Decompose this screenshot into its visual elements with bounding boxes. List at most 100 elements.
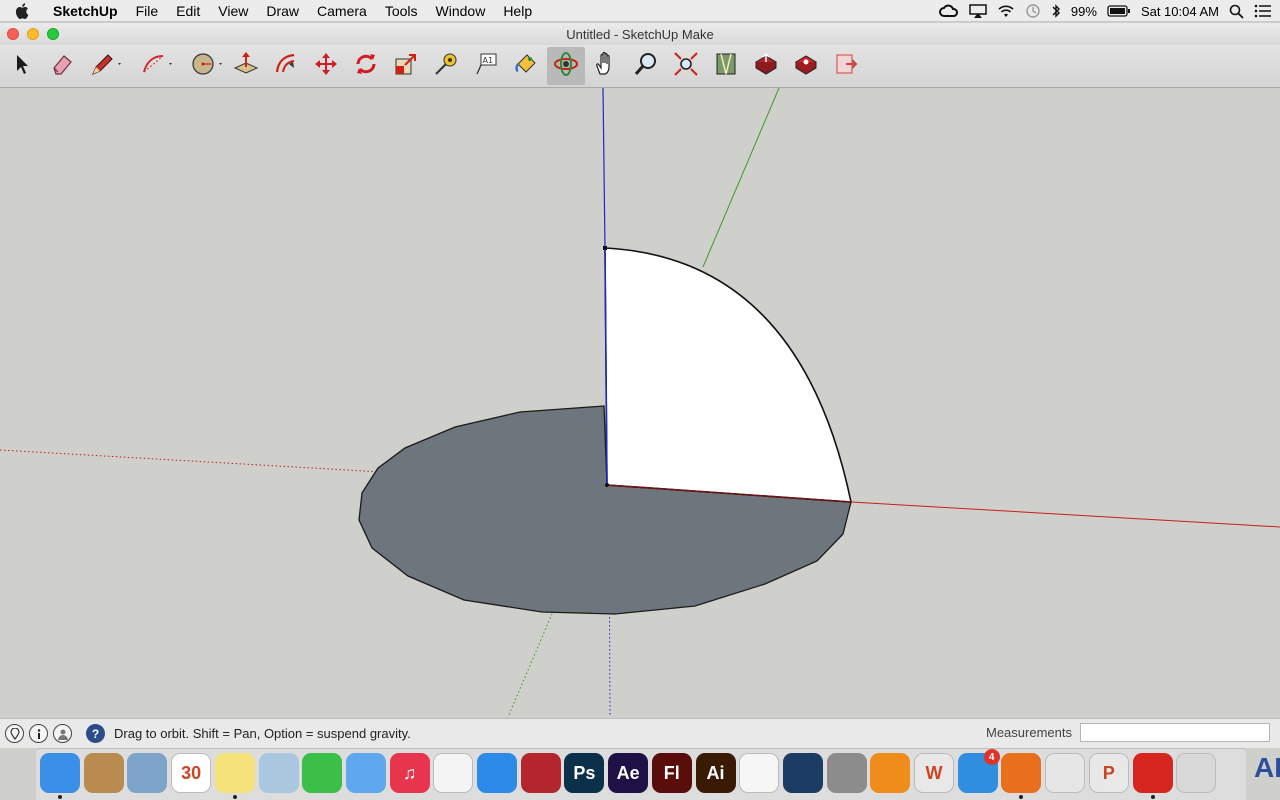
dock-reminders[interactable] [433,753,474,793]
menubar-clock[interactable]: Sat 10:04 AM [1141,4,1219,19]
svg-text:A1: A1 [483,56,494,65]
zoom-extents-tool[interactable] [667,47,705,85]
tape-measure-tool[interactable] [427,47,465,85]
dock-system-preferences[interactable] [826,753,867,793]
circle-shapes-tool[interactable] [184,47,230,85]
quarter-circle-face [604,247,852,503]
dock-app-store-badge: 4 [983,749,1000,765]
endpoint-marker [603,246,607,250]
scale-tool[interactable] [387,47,425,85]
offset-tool[interactable] [267,47,305,85]
dock-facetime[interactable] [302,753,343,793]
model-canvas[interactable] [0,88,1280,717]
dock-photo-viewer[interactable] [258,753,299,793]
measurements-field[interactable] [1080,723,1270,742]
dock-finder[interactable] [40,753,80,799]
notification-center-icon[interactable] [1254,4,1272,18]
spotlight-search-icon[interactable] [1229,4,1244,19]
hand-icon [592,50,620,83]
move-tool[interactable] [307,47,345,85]
dock-word[interactable]: W [914,753,954,793]
send-to-layout-tool[interactable] [827,47,865,85]
eraser-tool[interactable] [43,47,81,85]
extension-warehouse-tool[interactable] [787,47,825,85]
paint-bucket-tool[interactable] [507,47,545,85]
dock-running-indicator [1019,795,1024,799]
help-icon[interactable]: ? [86,724,105,743]
menu-camera[interactable]: Camera [308,0,376,22]
window-close-button[interactable] [7,28,19,40]
menu-help[interactable]: Help [494,0,541,22]
dock-calendar[interactable]: 30 [171,753,212,793]
zoom-tool[interactable] [627,47,665,85]
text-label-icon: A1 [472,50,500,83]
dock-after-effects[interactable]: Ae [608,753,649,793]
dock-notes[interactable] [214,753,255,799]
dock-steam[interactable] [782,753,823,793]
dock-powerpoint[interactable]: P [1088,753,1129,793]
pan-tool[interactable] [587,47,625,85]
pencil-icon [88,50,124,83]
dock-app-store[interactable]: 4 [957,749,1000,793]
main-toolbar: A1 [0,45,1280,88]
dock-photo-booth[interactable] [520,753,561,793]
dock-running-indicator [1150,795,1155,799]
menu-view[interactable]: View [209,0,257,22]
dock-itunes[interactable]: ♫ [389,753,430,793]
menu-tools[interactable]: Tools [376,0,427,22]
dock-ibooks[interactable] [870,753,911,793]
share-model-tool[interactable] [747,47,785,85]
geolocation-icon[interactable] [5,724,24,743]
battery-percent: 99% [1070,3,1097,19]
text-tool[interactable]: A1 [467,47,505,85]
window-minimize-button[interactable] [27,28,39,40]
bluetooth-icon[interactable] [1051,3,1061,19]
dock-messages[interactable] [345,753,386,793]
credits-icon[interactable] [29,724,48,743]
menu-bar: SketchUp File Edit View Draw Camera Tool… [0,0,1280,22]
dock-illustrator[interactable]: Ai [695,753,736,793]
menu-file[interactable]: File [127,0,168,22]
apple-logo-icon[interactable] [0,2,44,19]
orbit-tool[interactable] [547,47,585,85]
dock-preview[interactable] [127,753,168,793]
window-title-bar[interactable]: Untitled - SketchUp Make [0,23,1280,45]
dock-trash[interactable] [1176,753,1217,793]
window-zoom-button[interactable] [47,28,59,40]
creative-cloud-icon[interactable] [938,4,959,18]
select-tool[interactable] [3,47,41,85]
wifi-icon[interactable] [997,4,1015,18]
blue-axis-positive [602,88,606,249]
origin-point [605,483,609,487]
dock-powerpoint-label: P [1102,762,1115,783]
warehouse-tool[interactable] [707,47,745,85]
rotate-tool[interactable] [347,47,385,85]
menu-draw[interactable]: Draw [257,0,308,22]
dock-flash-label: Fl [663,762,680,783]
dock-flash[interactable]: Fl [651,753,692,793]
menu-window[interactable]: Window [427,0,495,22]
eraser-icon [48,50,76,83]
dock-firefox[interactable] [1001,753,1042,799]
app-menu-sketchup[interactable]: SketchUp [44,0,127,22]
dock-sketchup[interactable] [1132,753,1173,799]
dock-photos[interactable] [739,753,780,793]
airplay-icon[interactable] [969,4,987,18]
dock-contacts[interactable] [83,753,124,793]
share-model-icon [752,50,780,83]
time-machine-icon[interactable] [1025,3,1041,19]
dock: 30 ♫ Ps Ae Fl Ai W 4 P [36,748,1246,800]
arc-icon [139,50,175,83]
tape-measure-icon [432,50,460,83]
dock-chrome[interactable] [1045,753,1086,793]
drawing-viewport[interactable] [0,88,1280,717]
user-icon[interactable] [53,724,72,743]
pencil-line-tool[interactable] [83,47,129,85]
battery-icon[interactable] [1107,5,1131,17]
move-arrows-icon [312,50,340,83]
arc-tool[interactable] [134,47,180,85]
menu-edit[interactable]: Edit [167,0,209,22]
dock-safari[interactable] [477,753,517,793]
push-pull-tool[interactable] [227,47,265,85]
dock-photoshop[interactable]: Ps [564,753,605,793]
